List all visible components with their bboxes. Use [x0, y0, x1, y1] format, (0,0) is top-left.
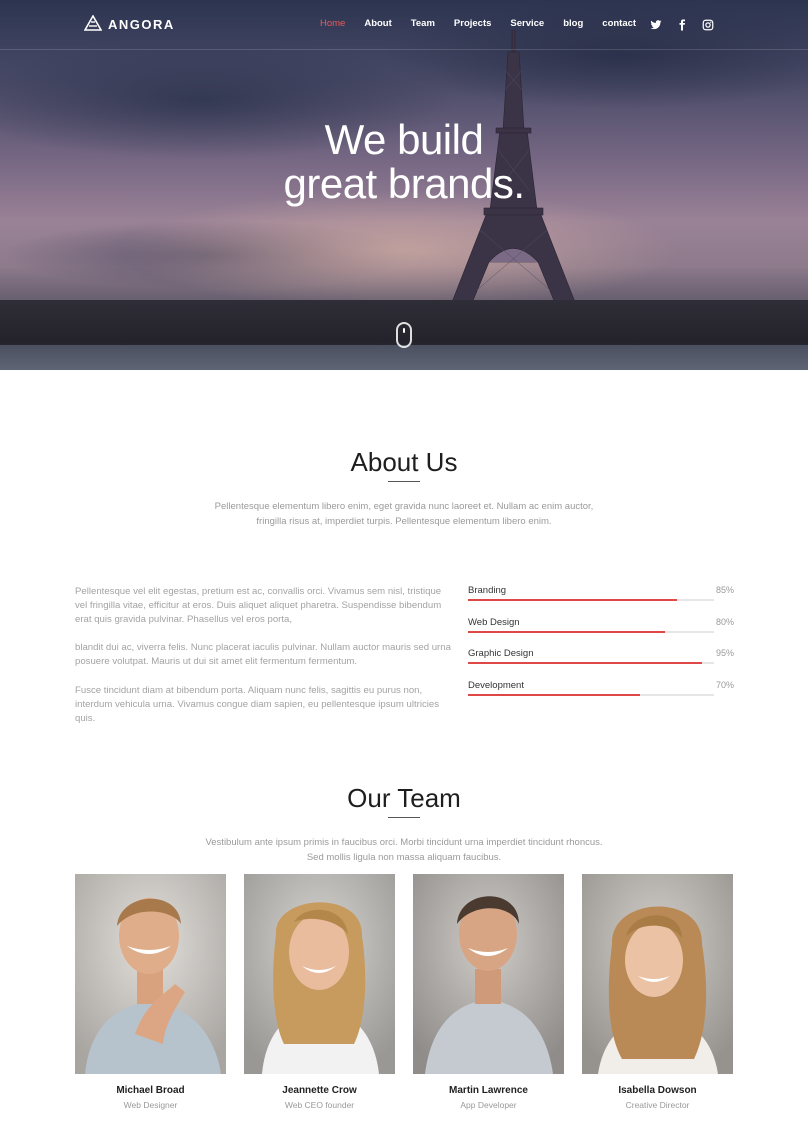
skill-percent: 95%: [715, 648, 734, 658]
skill-name: Graphic Design: [468, 648, 534, 659]
hero-sunset-glow: [120, 190, 680, 310]
hero-headline-line-2: great brands.: [283, 160, 526, 207]
team-title-divider: [388, 817, 420, 818]
member-name: Jeannette Crow: [282, 1085, 357, 1096]
team-member-card[interactable]: Jeannette Crow Web CEO founder: [244, 874, 395, 1110]
hero-headline-line-1: We build: [324, 116, 484, 163]
facebook-icon[interactable]: [676, 16, 688, 31]
nav-service-link[interactable]: Service: [510, 18, 544, 29]
skill-bar-track: [468, 662, 714, 664]
skill-bar-fill: [468, 630, 665, 633]
instagram-icon[interactable]: [702, 16, 714, 31]
skill-name: Development: [468, 679, 524, 691]
member-photo: [244, 874, 395, 1074]
about-title-divider: [388, 481, 420, 482]
skill-item: Web Design 80%: [468, 617, 734, 649]
skill-item: Branding 85%: [468, 585, 734, 617]
about-paragraph: Fusce tincidunt diam at bibendum porta. …: [75, 685, 440, 724]
brand-logo[interactable]: ANGORA: [84, 15, 175, 33]
member-photo: [413, 874, 564, 1074]
team-member-card[interactable]: Martin Lawrence App Developer: [413, 874, 564, 1110]
skill-item: Graphic Design 95%: [468, 648, 734, 680]
logo-mark-icon: [84, 15, 102, 31]
top-navbar: ANGORA Home About Team Projects Service …: [0, 0, 808, 50]
member-role: App Developer: [460, 1100, 517, 1110]
skill-percent: 85%: [715, 585, 734, 595]
about-paragraph: blandit dui ac, viverra felis. Nunc plac…: [75, 642, 451, 667]
nav-contact-link[interactable]: contact: [602, 18, 636, 29]
skill-bar-fill: [468, 599, 678, 601]
brand-name: ANGORA: [108, 16, 175, 32]
skill-bar-fill: [468, 693, 641, 696]
skill-name: Web Design: [468, 616, 520, 628]
skill-percent: 70%: [715, 679, 734, 690]
hero-headline: We build great brands.: [0, 118, 808, 206]
scroll-down-mouse-icon[interactable]: [396, 322, 412, 348]
twitter-icon[interactable]: [650, 16, 662, 30]
member-name: Isabella Dowson: [618, 1085, 697, 1096]
about-paragraph: Pellentesque vel elit egestas, pretium e…: [75, 586, 442, 625]
main-menu: Home About Team Projects Service blog co…: [320, 18, 655, 29]
skill-percent: 80%: [715, 616, 734, 627]
member-role: Web CEO founder: [284, 1100, 355, 1110]
member-role: Web Designer: [123, 1100, 178, 1110]
about-intro: Pellentesque elementum libero enim, eget…: [214, 501, 594, 527]
nav-about-link[interactable]: About: [364, 18, 391, 29]
nav-home-link[interactable]: Home: [320, 18, 345, 29]
member-name: Michael Broad: [116, 1085, 185, 1096]
nav-projects-link[interactable]: Projects: [454, 18, 492, 29]
skill-name: Branding: [468, 585, 507, 596]
member-photo: [75, 874, 226, 1074]
social-links: [650, 16, 714, 31]
skill-bar-track: [468, 693, 714, 696]
member-photo: [582, 874, 733, 1074]
skill-item: Development 70%: [468, 680, 734, 712]
about-title: About Us: [350, 447, 458, 477]
team-grid: Michael Broad Web Designer Jeannette Cro…: [75, 874, 733, 1114]
team-intro: Vestibulum ante ipsum primis in faucibus…: [205, 837, 603, 863]
nav-blog-link[interactable]: blog: [563, 18, 583, 29]
member-role: Creative Director: [625, 1100, 690, 1110]
team-member-card[interactable]: Michael Broad Web Designer: [75, 874, 226, 1110]
skill-bar-track: [468, 599, 714, 601]
hero-section: ANGORA Home About Team Projects Service …: [0, 0, 808, 370]
skill-bar-track: [468, 630, 714, 633]
team-title: Our Team: [347, 783, 461, 813]
nav-team-link[interactable]: Team: [411, 18, 435, 29]
member-name: Martin Lawrence: [449, 1085, 528, 1096]
hero-river: [0, 345, 808, 370]
skill-bar-fill: [468, 662, 702, 664]
team-member-card[interactable]: Isabella Dowson Creative Director: [582, 874, 733, 1110]
skills-list: Branding 85% Web Design 80% Graphic Desi…: [468, 585, 734, 711]
